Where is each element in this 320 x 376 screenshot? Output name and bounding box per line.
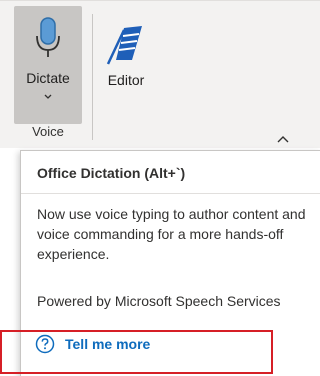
dictate-label: Dictate bbox=[26, 70, 70, 86]
tell-me-more-label[interactable]: Tell me more bbox=[65, 336, 150, 352]
tooltip-title: Office Dictation (Alt+`) bbox=[37, 165, 186, 181]
chevron-down-icon[interactable] bbox=[14, 90, 82, 104]
help-circle-icon bbox=[35, 334, 55, 354]
dictation-tooltip: Office Dictation (Alt+`) Now use voice t… bbox=[20, 150, 320, 376]
tell-me-more-link[interactable]: Tell me more bbox=[31, 329, 303, 359]
editor-label[interactable]: Editor bbox=[100, 72, 152, 88]
chevron-up-icon[interactable] bbox=[276, 134, 290, 144]
group-separator bbox=[92, 14, 93, 140]
ribbon-border bbox=[0, 0, 320, 1]
ribbon: Dictate Editor Voice bbox=[0, 0, 320, 148]
microphone-icon bbox=[36, 17, 60, 57]
tooltip-description: Now use voice typing to author content a… bbox=[37, 206, 306, 262]
editor-pen-icon[interactable] bbox=[102, 20, 148, 66]
tooltip-divider bbox=[21, 193, 320, 194]
dictate-button[interactable]: Dictate bbox=[14, 6, 82, 124]
tooltip-powered-by: Powered by Microsoft Speech Services bbox=[37, 293, 281, 309]
voice-group-label: Voice bbox=[32, 124, 64, 139]
